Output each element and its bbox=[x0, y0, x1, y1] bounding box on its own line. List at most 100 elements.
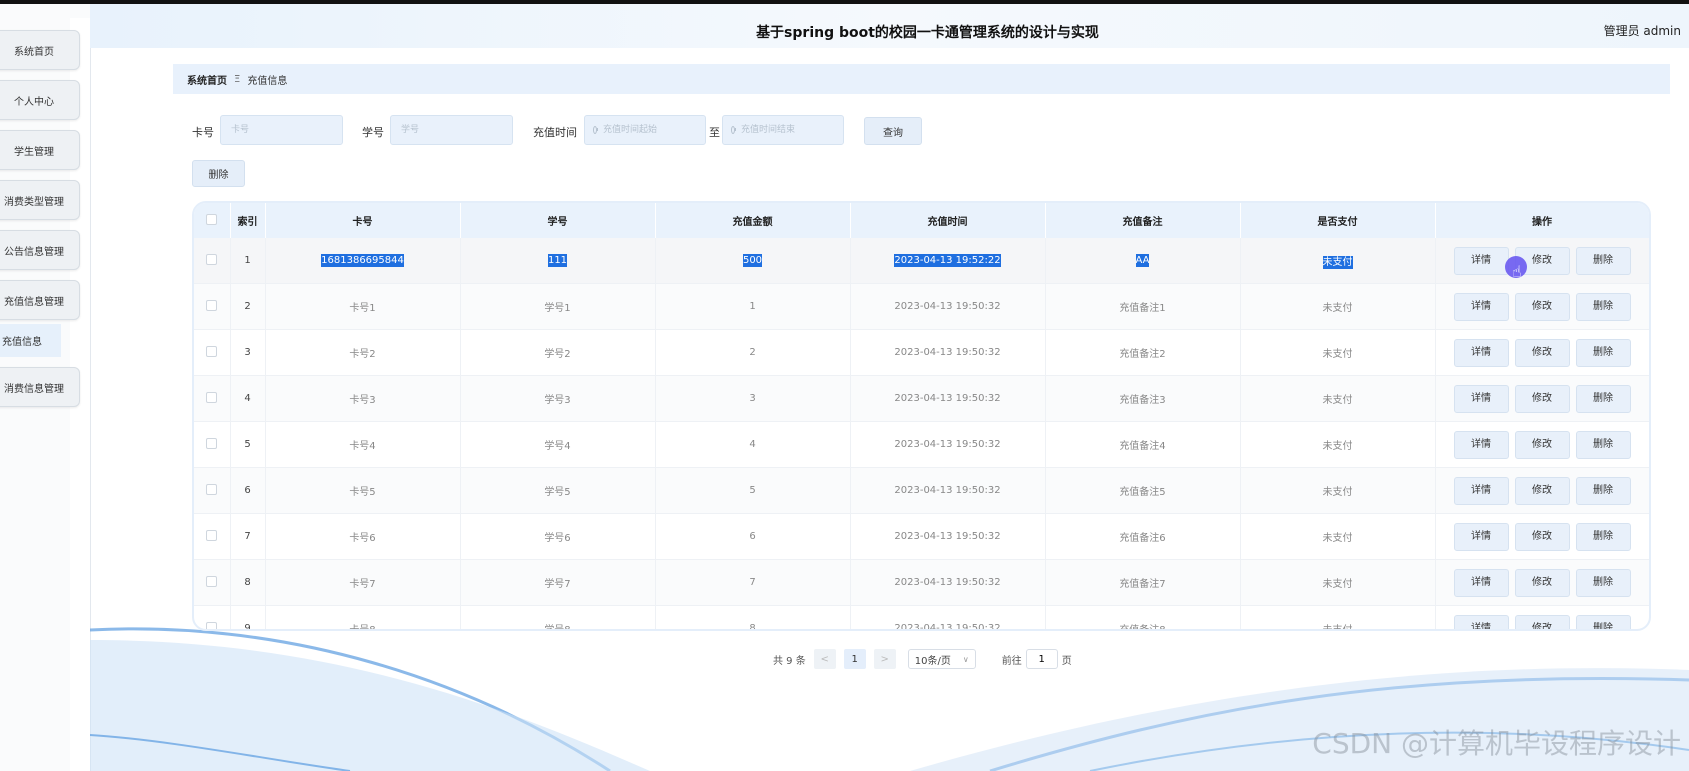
breadcrumb-current: 充值信息 bbox=[247, 75, 288, 87]
table-row[interactable]: 9 卡号8 学号8 8 2023-04-13 19:50:32 充值备注8 未支… bbox=[194, 605, 1649, 629]
actions-cell: 详情 修改 删除 bbox=[1435, 375, 1649, 422]
student-cell: 学号5 bbox=[460, 467, 656, 514]
delete-button[interactable]: 删除 bbox=[1575, 476, 1631, 505]
sidebar-item-consume-types[interactable]: 消费类型管理 bbox=[0, 180, 80, 220]
app-title: 基于spring boot的校园一卡通管理系统的设计与实现 bbox=[756, 25, 1099, 41]
page-number[interactable]: 1 bbox=[843, 649, 866, 669]
paid-cell: 未支付 bbox=[1240, 238, 1436, 284]
table-row[interactable]: 1 1681386695844 111 500 2023-04-13 19:52… bbox=[194, 238, 1649, 284]
detail-button[interactable]: 详情 bbox=[1453, 522, 1509, 551]
edit-button[interactable]: 修改 bbox=[1514, 292, 1570, 321]
detail-button[interactable]: 详情 bbox=[1453, 568, 1509, 597]
student-cell: 学号1 bbox=[460, 283, 656, 330]
sidebar-item-profile[interactable]: 个人中心 bbox=[0, 80, 80, 120]
edit-button[interactable]: 修改 bbox=[1514, 568, 1570, 597]
edit-button[interactable]: 修改 bbox=[1514, 430, 1570, 459]
row-checkbox[interactable] bbox=[206, 345, 218, 357]
table-row[interactable]: 6 卡号5 学号5 5 2023-04-13 19:50:32 充值备注5 未支… bbox=[194, 467, 1649, 514]
delete-button[interactable]: 删除 bbox=[1575, 384, 1631, 413]
sidebar-item-announcements[interactable]: 公告信息管理 bbox=[0, 230, 80, 270]
student-cell: 学号3 bbox=[460, 375, 656, 422]
query-button[interactable]: 查询 bbox=[864, 117, 922, 145]
page-size-select[interactable]: 10条/页 ∨ bbox=[907, 649, 976, 669]
edit-button[interactable]: 修改 bbox=[1514, 476, 1570, 505]
edit-button[interactable]: 修改 bbox=[1514, 338, 1570, 367]
paid-cell: 未支付 bbox=[1240, 467, 1436, 514]
student-cell: 学号7 bbox=[460, 559, 656, 606]
edit-button[interactable]: 修改 bbox=[1514, 522, 1570, 551]
sidebar-item-home[interactable]: 系统首页 bbox=[0, 30, 80, 70]
row-checkbox[interactable] bbox=[206, 391, 218, 403]
admin-user-label[interactable]: 管理员 admin bbox=[1604, 22, 1681, 39]
student-cell: 111 bbox=[460, 238, 656, 284]
student-label: 学号 bbox=[362, 126, 384, 139]
clock-icon bbox=[593, 126, 598, 134]
detail-button[interactable]: 详情 bbox=[1453, 292, 1509, 321]
column-header: 充值金额 bbox=[655, 203, 851, 238]
row-checkbox[interactable] bbox=[206, 575, 218, 587]
start-date-input[interactable] bbox=[601, 124, 705, 136]
chevron-down-icon: ∨ bbox=[962, 654, 969, 664]
detail-button[interactable]: 详情 bbox=[1453, 246, 1509, 275]
table-row[interactable]: 7 卡号6 学号6 6 2023-04-13 19:50:32 充值备注6 未支… bbox=[194, 513, 1649, 560]
delete-button[interactable]: 删除 bbox=[1575, 338, 1631, 367]
detail-button[interactable]: 详情 bbox=[1453, 384, 1509, 413]
table-row[interactable]: 4 卡号3 学号3 3 2023-04-13 19:50:32 充值备注3 未支… bbox=[194, 375, 1649, 422]
page-unit-label: 页 bbox=[1061, 655, 1072, 667]
note-cell: 充值备注1 bbox=[1045, 283, 1241, 330]
card-cell: 卡号4 bbox=[265, 421, 461, 468]
row-checkbox[interactable] bbox=[206, 483, 218, 495]
detail-button[interactable]: 详情 bbox=[1453, 338, 1509, 367]
time-cell: 2023-04-13 19:50:32 bbox=[850, 467, 1046, 514]
header-bar: 基于spring boot的校园一卡通管理系统的设计与实现 管理员 admin bbox=[90, 4, 1689, 48]
table-row[interactable]: 2 卡号1 学号1 1 2023-04-13 19:50:32 充值备注1 未支… bbox=[194, 283, 1649, 330]
row-checkbox[interactable] bbox=[206, 529, 218, 541]
note-cell: AA bbox=[1045, 238, 1241, 284]
row-checkbox[interactable] bbox=[206, 621, 218, 629]
delete-button[interactable]: 删除 bbox=[1575, 568, 1631, 597]
student-search-input[interactable] bbox=[390, 115, 513, 145]
end-date-input[interactable] bbox=[739, 124, 843, 136]
prev-page-button[interactable]: < bbox=[813, 649, 836, 669]
select-all-cell[interactable] bbox=[194, 203, 231, 238]
select-all-checkbox[interactable] bbox=[206, 213, 218, 225]
breadcrumb-home[interactable]: 系统首页 bbox=[187, 72, 227, 87]
index-cell: 8 bbox=[230, 559, 266, 606]
actions-cell: 详情 修改 删除 bbox=[1435, 283, 1649, 330]
time-cell: 2023-04-13 19:50:32 bbox=[850, 421, 1046, 468]
amount-cell: 1 bbox=[655, 283, 851, 330]
end-date-picker[interactable] bbox=[722, 115, 844, 145]
amount-cell: 2 bbox=[655, 329, 851, 376]
card-cell: 卡号8 bbox=[265, 605, 461, 629]
delete-button[interactable]: 删除 bbox=[1575, 430, 1631, 459]
sidebar-subitem-recharge-info[interactable]: 充值信息 bbox=[0, 324, 61, 357]
index-cell: 1 bbox=[230, 238, 266, 284]
sidebar-item-students[interactable]: 学生管理 bbox=[0, 130, 80, 170]
card-cell: 卡号7 bbox=[265, 559, 461, 606]
time-cell: 2023-04-13 19:50:32 bbox=[850, 375, 1046, 422]
delete-button[interactable]: 删除 bbox=[1575, 292, 1631, 321]
sidebar-item-recharge-mgmt[interactable]: 充值信息管理 bbox=[0, 280, 80, 320]
card-search-input[interactable] bbox=[220, 115, 343, 145]
batch-delete-button[interactable]: 删除 bbox=[192, 160, 245, 187]
student-cell: 学号8 bbox=[460, 605, 656, 629]
table-row[interactable]: 3 卡号2 学号2 2 2023-04-13 19:50:32 充值备注2 未支… bbox=[194, 329, 1649, 376]
next-page-button[interactable]: > bbox=[873, 649, 896, 669]
table-row[interactable]: 5 卡号4 学号4 4 2023-04-13 19:50:32 充值备注4 未支… bbox=[194, 421, 1649, 468]
detail-button[interactable]: 详情 bbox=[1453, 476, 1509, 505]
row-checkbox[interactable] bbox=[206, 437, 218, 449]
detail-button[interactable]: 详情 bbox=[1453, 614, 1509, 629]
table-row[interactable]: 8 卡号7 学号7 7 2023-04-13 19:50:32 充值备注7 未支… bbox=[194, 559, 1649, 606]
edit-button[interactable]: 修改 bbox=[1514, 614, 1570, 629]
goto-page-input[interactable] bbox=[1025, 649, 1058, 669]
edit-button[interactable]: 修改 bbox=[1514, 384, 1570, 413]
delete-button[interactable]: 删除 bbox=[1575, 246, 1631, 275]
row-checkbox[interactable] bbox=[206, 299, 218, 311]
index-cell: 3 bbox=[230, 329, 266, 376]
delete-button[interactable]: 删除 bbox=[1575, 614, 1631, 629]
delete-button[interactable]: 删除 bbox=[1575, 522, 1631, 551]
sidebar-item-consume-info[interactable]: 消费信息管理 bbox=[0, 367, 80, 407]
row-checkbox[interactable] bbox=[206, 253, 218, 265]
start-date-picker[interactable] bbox=[584, 115, 706, 145]
detail-button[interactable]: 详情 bbox=[1453, 430, 1509, 459]
